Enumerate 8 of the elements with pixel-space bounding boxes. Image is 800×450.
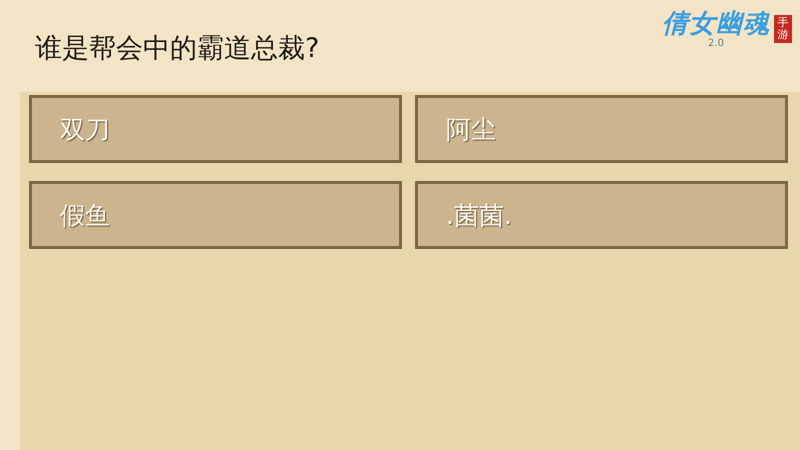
game-logo-title: 倩女幽魂 (662, 10, 770, 39)
answer-option[interactable]: .菌菌. (415, 181, 788, 249)
game-logo-version: 2.0 (708, 38, 724, 49)
answer-option[interactable]: 假鱼 (29, 181, 402, 249)
question-text: 谁是帮会中的霸道总裁? (35, 32, 320, 66)
game-logo-badge: 手游 (774, 15, 792, 44)
answer-option[interactable]: 阿尘 (415, 95, 788, 163)
answer-option[interactable]: 双刀 (29, 95, 402, 163)
